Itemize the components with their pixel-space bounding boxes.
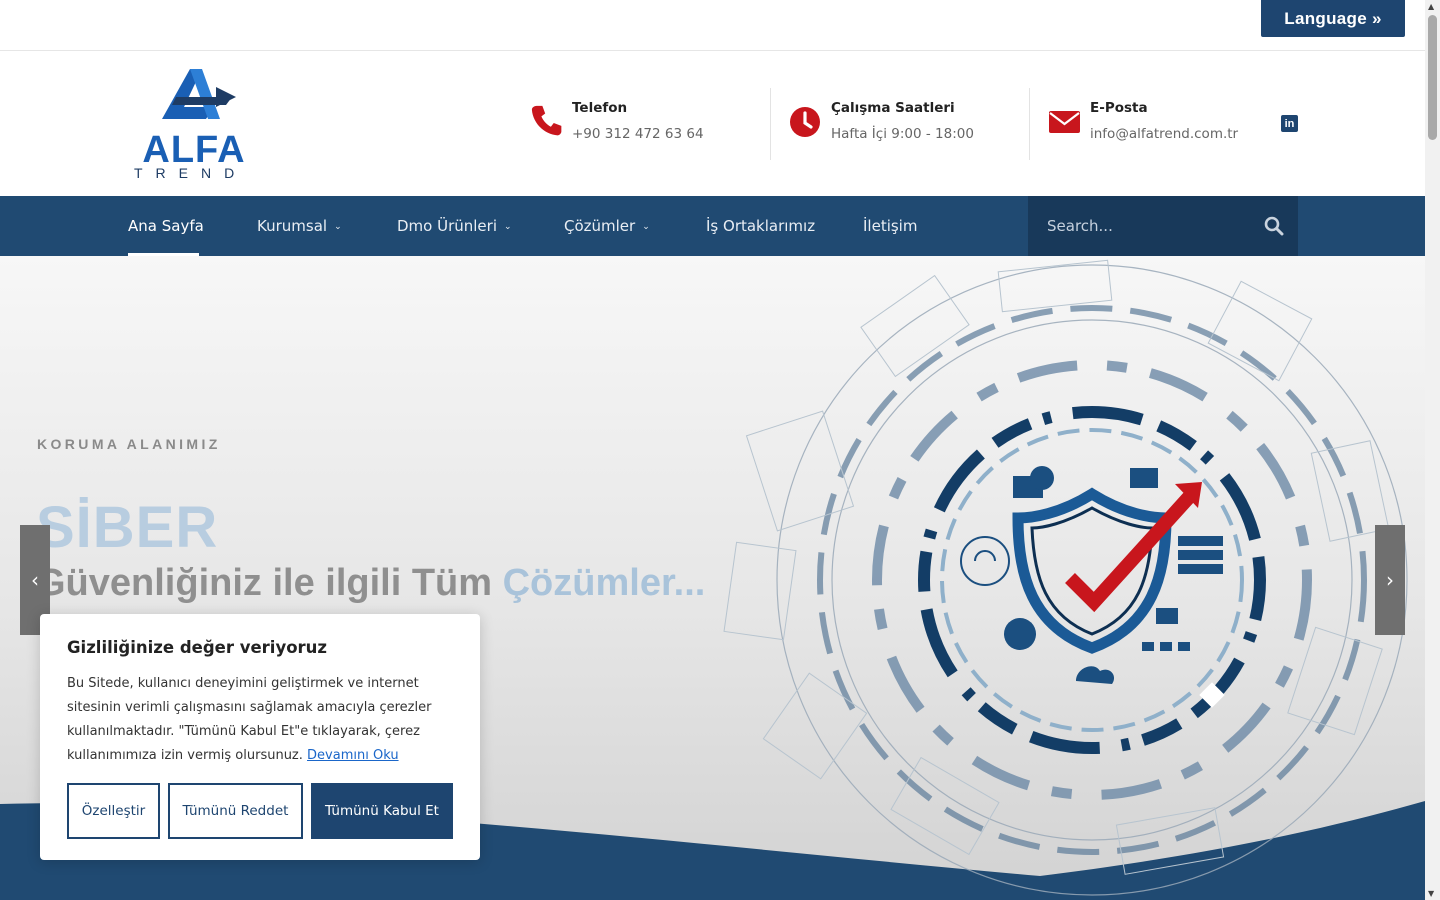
- hero-kicker: KORUMA ALANIMIZ: [37, 436, 221, 452]
- nav-item-ana-sayfa[interactable]: Ana Sayfa: [128, 196, 204, 256]
- phone-info: Telefon +90 312 472 63 64: [530, 88, 704, 160]
- phone-icon: [531, 105, 562, 136]
- hero-subheading: Güvenliğiniz ile ilgili Tüm Çözümler...: [36, 562, 705, 605]
- chevron-right-icon: ›: [1386, 568, 1394, 592]
- cookie-title: Gizliliğinize değer veriyoruz: [67, 638, 328, 657]
- chevron-down-icon: ⌄: [504, 222, 512, 232]
- site-header: ALFA TREND Telefon +90 312 472 63 64 Çal…: [0, 51, 1425, 196]
- customize-button[interactable]: Özelleştir: [67, 783, 160, 839]
- chevron-down-icon: ⌄: [642, 222, 650, 232]
- search-icon[interactable]: [1264, 216, 1284, 236]
- hero-subheading-main: Güvenliğiniz ile ilgili Tüm: [36, 562, 503, 604]
- reject-all-button[interactable]: Tümünü Reddet: [168, 783, 303, 839]
- nav-item-dmo-urunleri[interactable]: Dmo Ürünleri ⌄: [397, 196, 512, 256]
- nav-item-label: Ana Sayfa: [128, 217, 204, 235]
- cookie-text: Bu Sitede, kullanıcı deneyimini geliştir…: [67, 672, 459, 768]
- nav-item-cozumler[interactable]: Çözümler ⌄: [564, 196, 650, 256]
- search-box: [1028, 196, 1298, 256]
- clock-icon: [790, 107, 820, 137]
- nav-item-label: İş Ortaklarımız: [706, 217, 816, 235]
- chevron-down-icon: ⌄: [334, 222, 342, 232]
- logo-subtitle: TREND: [134, 165, 248, 181]
- nav-item-kurumsal[interactable]: Kurumsal ⌄: [257, 196, 342, 256]
- nav-item-iletisim[interactable]: İletişim: [863, 196, 917, 256]
- hero-subheading-accent: Çözümler...: [502, 562, 706, 604]
- hours-info: Çalışma Saatleri Hafta İçi 9:00 - 18:00: [789, 88, 974, 160]
- scroll-down-arrow-icon[interactable]: ▼: [1428, 889, 1434, 898]
- logo-mark-icon: [162, 69, 236, 119]
- envelope-icon: [1049, 111, 1080, 133]
- phone-value[interactable]: +90 312 472 63 64: [572, 126, 704, 142]
- cookie-consent-dialog: Gizliliğinize değer veriyoruz Bu Sitede,…: [40, 614, 480, 860]
- nav-item-is-ortaklarimiz[interactable]: İş Ortaklarımız: [706, 196, 815, 256]
- search-input[interactable]: [1028, 196, 1254, 256]
- header-divider: [770, 88, 771, 160]
- chevron-left-icon: ‹: [31, 568, 39, 592]
- accept-all-button[interactable]: Tümünü Kabul Et: [311, 783, 453, 839]
- header-divider: [1029, 88, 1030, 160]
- nav-item-label: Çözümler: [564, 217, 636, 235]
- nav-item-label: Dmo Ürünleri: [397, 217, 497, 235]
- nav-item-label: Kurumsal: [257, 217, 328, 235]
- hero-heading: SİBER: [36, 495, 219, 560]
- email-value[interactable]: info@alfatrend.com.tr: [1090, 126, 1238, 142]
- slider-next-button[interactable]: ›: [1375, 525, 1405, 635]
- phone-label: Telefon: [572, 100, 628, 116]
- language-button[interactable]: Language »: [1261, 0, 1405, 37]
- top-bar: Language »: [0, 0, 1425, 51]
- email-label: E-Posta: [1090, 100, 1148, 116]
- scroll-thumb[interactable]: [1428, 15, 1437, 140]
- page-scrollbar[interactable]: ▲ ▼: [1425, 0, 1440, 900]
- hours-value: Hafta İçi 9:00 - 18:00: [831, 126, 974, 142]
- scroll-up-arrow-icon[interactable]: ▲: [1428, 2, 1434, 11]
- cyber-security-illustration: [723, 259, 1408, 896]
- alfa-trend-logo[interactable]: ALFA TREND: [132, 67, 256, 181]
- read-more-link[interactable]: Devamını Oku: [307, 748, 399, 763]
- email-info: E-Posta info@alfatrend.com.tr: [1048, 88, 1238, 160]
- linkedin-icon[interactable]: in: [1281, 115, 1298, 132]
- nav-item-label: İletişim: [863, 217, 918, 235]
- hours-label: Çalışma Saatleri: [831, 100, 955, 116]
